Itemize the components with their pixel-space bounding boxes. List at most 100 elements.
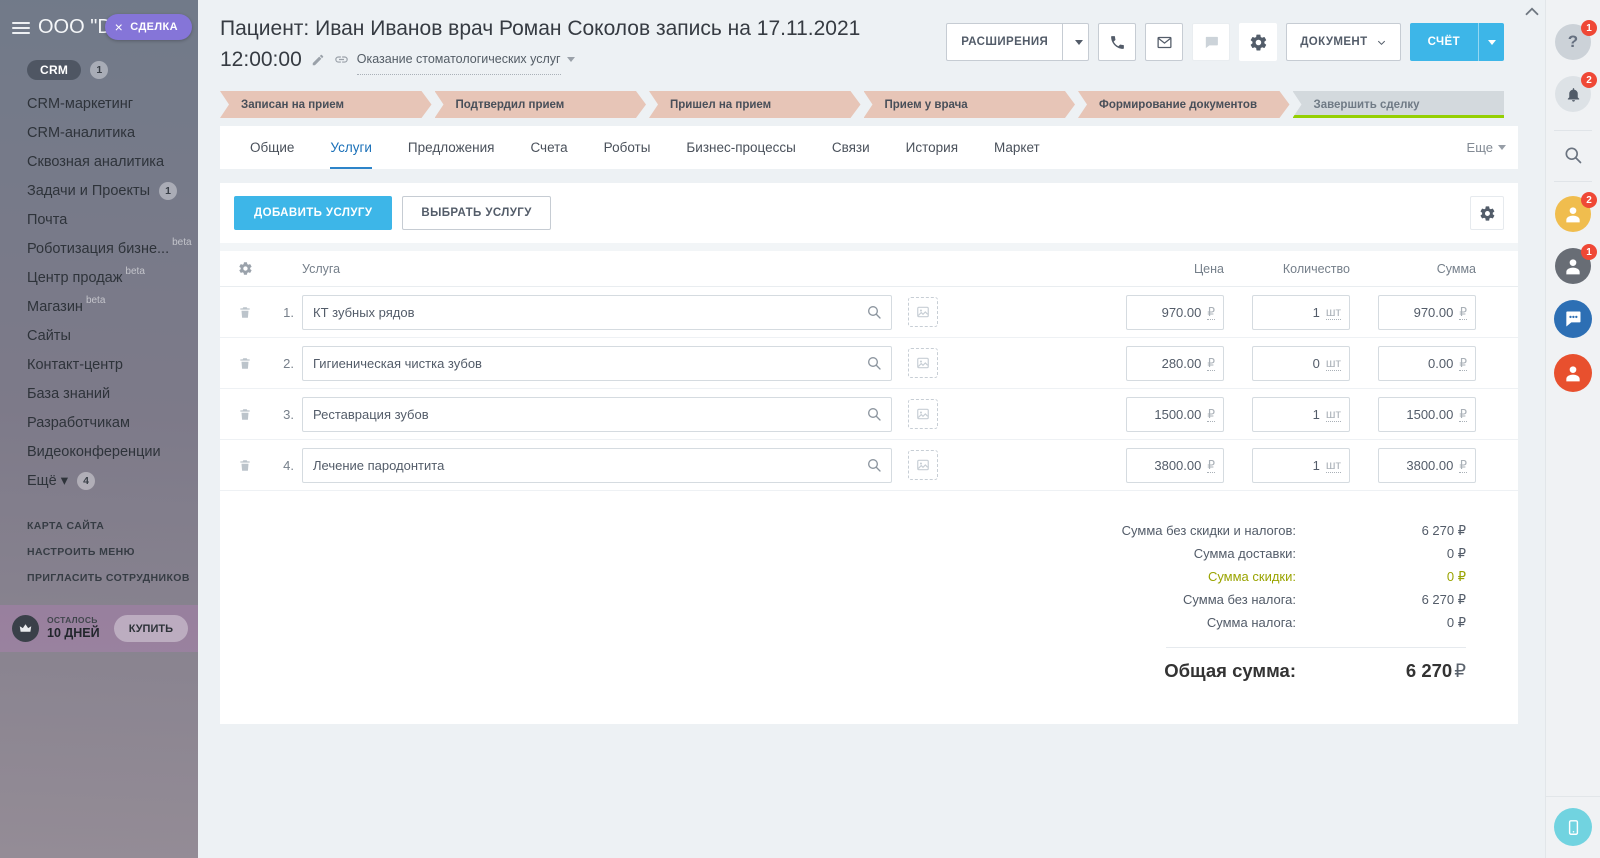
- chat-contact-1[interactable]: 2: [1555, 196, 1591, 232]
- sidebar-item[interactable]: CRM-аналитика: [0, 118, 198, 147]
- menu-icon[interactable]: [12, 19, 30, 37]
- sidebar-item[interactable]: CRM-маркетинг: [0, 89, 198, 118]
- link-icon[interactable]: [334, 52, 349, 67]
- select-service-button[interactable]: ВЫБРАТЬ УСЛУГУ: [402, 196, 550, 230]
- sidebar-item[interactable]: Контакт-центр: [0, 350, 198, 379]
- currency-selector[interactable]: ₽: [1207, 458, 1215, 473]
- help-button[interactable]: ? 1: [1555, 24, 1591, 60]
- scrollbar-strip[interactable]: [1520, 0, 1545, 858]
- sidebar-item[interactable]: Роботизация бизне... beta: [0, 234, 198, 263]
- delete-row-trash-icon[interactable]: [238, 407, 252, 422]
- price-field[interactable]: 970.00₽: [1126, 295, 1224, 330]
- sum-field[interactable]: 3800.00₽: [1378, 448, 1476, 483]
- deal-stage[interactable]: Завершить сделку: [1293, 91, 1505, 118]
- currency-selector[interactable]: ₽: [1207, 407, 1215, 422]
- unit-selector[interactable]: шт: [1326, 356, 1341, 371]
- tab-more[interactable]: Еще: [1467, 140, 1506, 155]
- sidebar-item[interactable]: Почта: [0, 205, 198, 234]
- sidebar-item[interactable]: Центр продаж beta: [0, 263, 198, 292]
- sidebar-item[interactable]: CRM 1: [0, 55, 198, 84]
- currency-selector[interactable]: ₽: [1459, 458, 1467, 473]
- tab[interactable]: Маркет: [994, 126, 1040, 169]
- sidebar-footer-link[interactable]: КАРТА САЙТА: [0, 513, 198, 539]
- group-chat-button[interactable]: [1554, 300, 1592, 338]
- sidebar-item[interactable]: Сайты: [0, 321, 198, 350]
- search-icon[interactable]: [866, 355, 882, 371]
- table-settings-gear-button[interactable]: [1470, 196, 1504, 230]
- price-field[interactable]: 280.00₽: [1126, 346, 1224, 381]
- currency-selector[interactable]: ₽: [1459, 407, 1467, 422]
- notifications-button[interactable]: 2: [1555, 76, 1591, 112]
- deal-stage[interactable]: Формирование документов: [1078, 91, 1290, 118]
- sidebar-item[interactable]: База знаний: [0, 379, 198, 408]
- delete-row-trash-icon[interactable]: [238, 305, 252, 320]
- deal-stage[interactable]: Прием у врача: [864, 91, 1076, 118]
- service-name-input[interactable]: [302, 295, 892, 330]
- tab[interactable]: Связи: [832, 126, 870, 169]
- price-field[interactable]: 1500.00₽: [1126, 397, 1224, 432]
- currency-selector[interactable]: ₽: [1207, 356, 1215, 371]
- image-placeholder[interactable]: [908, 399, 938, 429]
- sidebar-item[interactable]: Разработчикам: [0, 408, 198, 437]
- delete-row-trash-icon[interactable]: [238, 458, 252, 473]
- search-icon[interactable]: [866, 406, 882, 422]
- tab[interactable]: Счета: [530, 126, 567, 169]
- tab[interactable]: Роботы: [604, 126, 651, 169]
- sidebar-item[interactable]: Видеоконференции: [0, 437, 198, 466]
- sidebar-footer-link[interactable]: НАСТРОИТЬ МЕНЮ: [0, 539, 198, 565]
- sum-field[interactable]: 970.00₽: [1378, 295, 1476, 330]
- service-name-input[interactable]: [302, 448, 892, 483]
- image-placeholder[interactable]: [908, 297, 938, 327]
- currency-selector[interactable]: ₽: [1459, 305, 1467, 320]
- extensions-button[interactable]: РАСШИРЕНИЯ: [946, 23, 1089, 61]
- sum-field[interactable]: 0.00₽: [1378, 346, 1476, 381]
- invoice-dropdown[interactable]: [1478, 23, 1504, 61]
- edit-pencil-icon[interactable]: [311, 53, 325, 67]
- sidebar-item[interactable]: Задачи и Проекты 1: [0, 176, 198, 205]
- buy-button[interactable]: КУПИТЬ: [114, 615, 188, 642]
- document-button[interactable]: ДОКУМЕНТ: [1286, 23, 1400, 61]
- deal-category[interactable]: Оказание стоматологических услуг: [357, 44, 561, 75]
- sum-field[interactable]: 1500.00₽: [1378, 397, 1476, 432]
- search-icon[interactable]: [866, 304, 882, 320]
- scroll-up-chevron-icon[interactable]: [1523, 5, 1541, 17]
- deal-chip[interactable]: × СДЕЛКА: [105, 14, 192, 40]
- tab[interactable]: Общие: [250, 126, 294, 169]
- deal-stage[interactable]: Подтвердил прием: [435, 91, 647, 118]
- invoice-button[interactable]: СЧЁТ: [1410, 23, 1504, 61]
- image-placeholder[interactable]: [908, 348, 938, 378]
- deal-stage[interactable]: Записан на прием: [220, 91, 432, 118]
- settings-gear-button[interactable]: [1239, 23, 1277, 61]
- support-contact-button[interactable]: [1554, 354, 1592, 392]
- phone-button[interactable]: [1098, 23, 1136, 61]
- quantity-field[interactable]: 0шт: [1252, 346, 1350, 381]
- sidebar-item[interactable]: Ещё ▾ 4: [0, 466, 198, 495]
- tab[interactable]: Бизнес-процессы: [686, 126, 795, 169]
- chat-contact-2[interactable]: 1: [1555, 248, 1591, 284]
- sidebar-item[interactable]: Сквозная аналитика: [0, 147, 198, 176]
- unit-selector[interactable]: шт: [1326, 305, 1341, 320]
- unit-selector[interactable]: шт: [1326, 458, 1341, 473]
- tab[interactable]: Предложения: [408, 126, 495, 169]
- search-button[interactable]: [1563, 145, 1583, 165]
- column-settings-gear-icon[interactable]: [238, 261, 253, 276]
- search-icon[interactable]: [866, 457, 882, 473]
- chevron-down-icon[interactable]: [567, 57, 575, 62]
- deal-stage[interactable]: Пришел на прием: [649, 91, 861, 118]
- tab[interactable]: Услуги: [330, 126, 372, 169]
- sidebar-footer-link[interactable]: ПРИГЛАСИТЬ СОТРУДНИКОВ: [0, 565, 198, 591]
- service-name-input[interactable]: [302, 397, 892, 432]
- quantity-field[interactable]: 1шт: [1252, 397, 1350, 432]
- image-placeholder[interactable]: [908, 450, 938, 480]
- close-icon[interactable]: ×: [115, 19, 124, 35]
- quantity-field[interactable]: 1шт: [1252, 295, 1350, 330]
- extensions-dropdown[interactable]: [1062, 24, 1088, 60]
- chat-button[interactable]: [1192, 23, 1230, 61]
- unit-selector[interactable]: шт: [1326, 407, 1341, 422]
- add-service-button[interactable]: ДОБАВИТЬ УСЛУГУ: [234, 196, 392, 230]
- mobile-app-button[interactable]: [1554, 808, 1592, 846]
- currency-selector[interactable]: ₽: [1459, 356, 1467, 371]
- sidebar-item[interactable]: Магазин beta: [0, 292, 198, 321]
- mail-button[interactable]: [1145, 23, 1183, 61]
- tab[interactable]: История: [906, 126, 958, 169]
